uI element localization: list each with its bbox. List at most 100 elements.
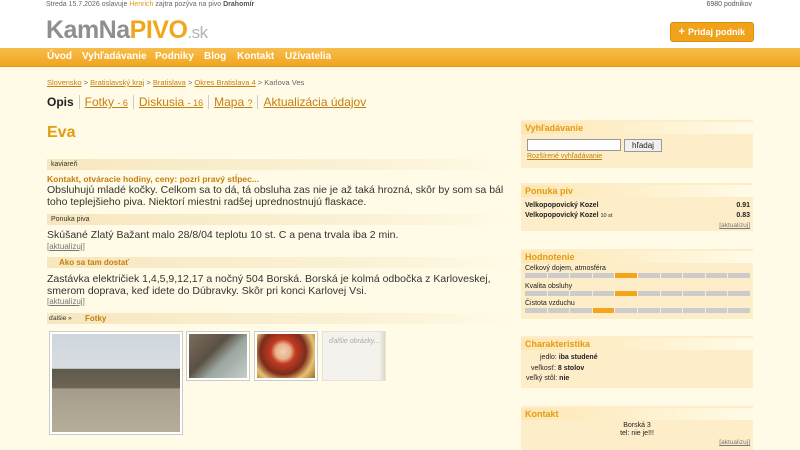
rating-bar-atmosphere [525, 273, 750, 278]
rating-segment [660, 308, 683, 313]
date-namesday-bar: Streda 15.7.2026 oslavuje Henrich zajtra… [0, 0, 800, 14]
nav-users[interactable]: Užívatelia [285, 51, 331, 62]
tab-discussion-count: - 16 [187, 98, 204, 108]
contact-address: Borská 3 [623, 422, 651, 429]
photo-thumbnail-2[interactable] [186, 331, 250, 381]
search-title: Vyhľadávanie [521, 122, 753, 134]
rating-segment [547, 308, 570, 313]
venue-title: Eva [47, 124, 76, 141]
rating-segment [547, 273, 570, 278]
namesday-text: Streda 15.7.2026 oslavuje Henrich zajtra… [46, 1, 254, 8]
nav-search[interactable]: Vyhľadávanie [82, 51, 147, 62]
rating-segment [525, 291, 547, 296]
char-key: veľký stôl: [526, 375, 558, 382]
name-today: Henrich [129, 1, 154, 8]
beer-price: 0.83 [736, 212, 750, 219]
rating-segment [705, 291, 728, 296]
rating-segment [615, 308, 637, 313]
tab-discussion-label: Diskusia [138, 95, 185, 109]
logo-kam: KamNa [46, 16, 130, 44]
rating-segment [592, 308, 615, 313]
char-value: 8 stolov [557, 365, 585, 372]
rating-segment [525, 308, 547, 313]
rating-segment [683, 273, 705, 278]
breadcrumb-district[interactable]: Okres Bratislava 4 [194, 78, 255, 87]
beer-offer-bar: Ponuka piva [47, 214, 515, 225]
nav-venues[interactable]: Podniky [155, 51, 194, 62]
breadcrumb-region[interactable]: Bratislavský kraj [90, 78, 144, 87]
characteristics-title: Charakteristika [521, 338, 753, 350]
tab-photos-label: Fotky [84, 95, 115, 109]
rating-title: Hodnotenie [521, 251, 753, 263]
rating-segment [570, 308, 592, 313]
char-key: veľkosť: [531, 365, 556, 372]
rating-segment [615, 291, 637, 296]
rating-segment [637, 308, 660, 313]
char-key: jedlo: [540, 354, 557, 361]
rating-segment [683, 291, 705, 296]
tab-discussion[interactable]: Diskusia - 16 [132, 95, 208, 109]
beer-price: 0.91 [736, 202, 750, 209]
photo-thumbnail-1[interactable] [49, 331, 183, 435]
tab-description[interactable]: Opis [47, 95, 79, 109]
rating-segment [705, 308, 728, 313]
advanced-search-link[interactable]: Rozšírené vyhľadávanie [527, 153, 602, 160]
breadcrumb-country[interactable]: Slovensko [47, 78, 82, 87]
breadcrumb-city[interactable]: Bratislava [153, 78, 186, 87]
char-value: nie [559, 375, 570, 382]
nav-home[interactable]: Úvod [47, 51, 72, 62]
contact-update-link[interactable]: [aktualizuj] [719, 439, 750, 446]
photos-bar: ďalšie » Fotky [47, 313, 515, 324]
search-input[interactable] [527, 139, 621, 151]
rating-segment [547, 291, 570, 296]
nav-blog[interactable]: Blog [204, 51, 226, 62]
tab-update-info[interactable]: Aktualizácia údajov [257, 95, 371, 109]
rating-segment [525, 273, 547, 278]
contact-phone: tel: nie je!!! [620, 430, 654, 437]
tab-map[interactable]: Mapa ? [208, 95, 257, 109]
more-photos-tile[interactable]: ďalšie obrázky... [322, 331, 386, 381]
rating-label-air: Čistota vzduchu [525, 300, 575, 307]
search-button[interactable]: hľadaj [624, 139, 662, 152]
site-logo[interactable]: KamNaPIVO.sk [46, 16, 208, 45]
rating-segment [660, 273, 683, 278]
tab-map-count: ? [247, 98, 253, 108]
logo-sk: .sk [187, 23, 208, 42]
beers-update-link[interactable]: [aktualizuj] [719, 222, 750, 229]
rating-segment [683, 308, 705, 313]
tab-update-label: Aktualizácia údajov [263, 95, 367, 109]
tab-photos-count: - 6 [117, 98, 128, 108]
rating-segment [728, 291, 750, 296]
contact-hint: Kontakt, otváracie hodiny, ceny: pozri p… [47, 174, 259, 184]
venue-tabs: Opis Fotky - 6 Diskusia - 16 Mapa ? Aktualiz… [47, 95, 371, 111]
directions-text: Zastávka električiek 1,4,5,9,12,17 a noč… [47, 273, 491, 297]
photo-image-2 [189, 334, 247, 378]
beer-name: Velkopopovický Kozel [525, 212, 599, 219]
photos-title: Fotky [85, 314, 107, 323]
rating-segment [592, 273, 615, 278]
more-photos-link[interactable]: ďalšie » [49, 313, 72, 324]
day-label: Streda [46, 1, 67, 8]
rating-segment [570, 291, 592, 296]
rating-segment [615, 273, 637, 278]
add-venue-label: Pridaj podnik [687, 27, 745, 37]
tab-photos[interactable]: Fotky - 6 [78, 95, 133, 109]
photo-thumbnail-3[interactable] [254, 331, 318, 381]
rating-bar-service [525, 291, 750, 296]
beer-list-title: Ponuka pív [521, 185, 753, 197]
char-row-size: veľkosť: 8 stolov [531, 365, 584, 372]
tab-map-label: Mapa [214, 95, 245, 109]
logo-pivo: PIVO [129, 16, 188, 44]
add-venue-button[interactable]: + Pridaj podnik [669, 22, 754, 42]
beer-offer-update-link[interactable]: [aktualizuj] [47, 242, 85, 251]
breadcrumb: Slovensko > Bratislavský kraj > Bratisla… [47, 78, 305, 87]
tomorrow-text: zajtra pozýva na pivo [155, 1, 222, 8]
rating-bar-air [525, 308, 750, 313]
venue-description: Obsluhujú mladé kočky. Celkom sa to dá, … [47, 184, 504, 208]
nav-contact[interactable]: Kontakt [237, 51, 274, 62]
directions-update-link[interactable]: [aktualizuj] [47, 297, 85, 306]
contact-update-label: aktualizuj [721, 439, 749, 446]
plus-icon: + [678, 26, 685, 38]
directions-bar: Ako sa tam dostať [47, 257, 515, 268]
more-photos-label: ďalšie obrázky... [329, 338, 380, 345]
